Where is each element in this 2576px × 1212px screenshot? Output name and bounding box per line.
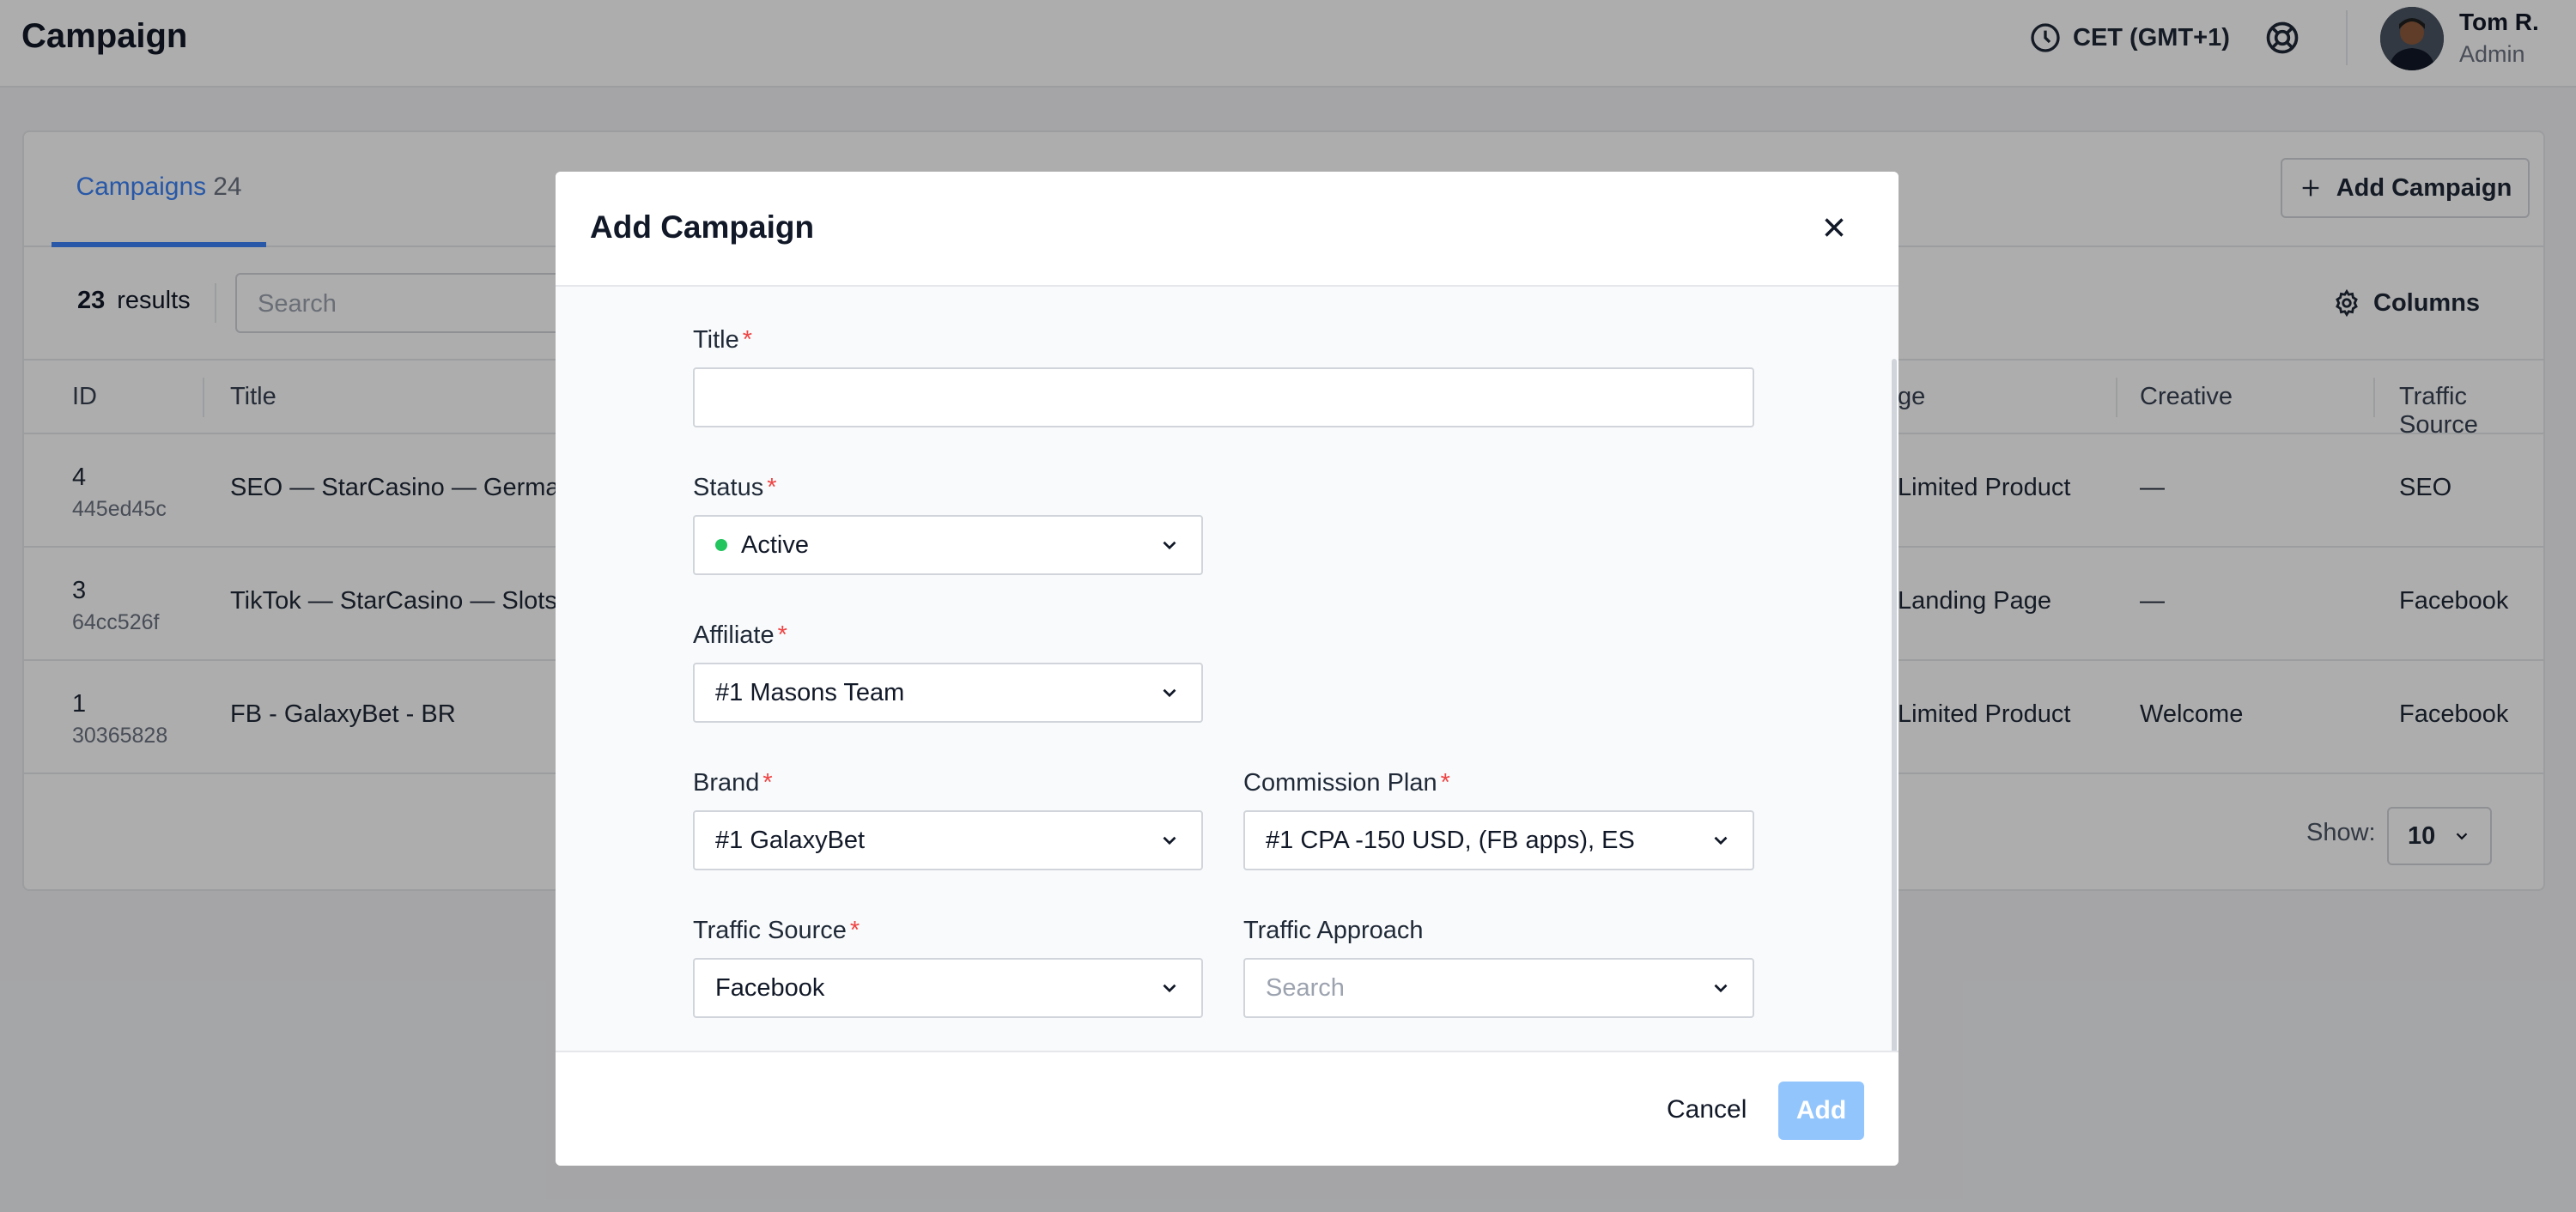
cancel-button[interactable]: Cancel (1667, 1095, 1747, 1124)
status-dot-icon (715, 539, 727, 551)
required-marker: * (777, 621, 787, 649)
traffic-approach-placeholder: Search (1266, 973, 1345, 1002)
brand-select[interactable]: #1 GalaxyBet (693, 810, 1203, 870)
brand-label-text: Brand (693, 769, 760, 797)
traffic-approach-label: Traffic Approach (1243, 917, 1424, 944)
required-marker: * (767, 474, 777, 501)
title-label-text: Title (693, 326, 739, 354)
add-campaign-modal: Add Campaign Title * Status * Active Affil… (556, 172, 1899, 1166)
traffic-source-label-text: Traffic Source (693, 917, 847, 944)
affiliate-label-text: Affiliate (693, 621, 775, 649)
modal-header: Add Campaign (556, 172, 1899, 287)
commission-plan-select[interactable]: #1 CPA -150 USD, (FB apps), ES (1243, 810, 1754, 870)
traffic-approach-select[interactable]: Search (1243, 958, 1754, 1018)
affiliate-value: #1 Masons Team (715, 678, 905, 706)
chevron-down-icon (1163, 836, 1176, 845)
modal-scrollbar[interactable] (1892, 359, 1897, 1080)
chevron-down-icon (1163, 541, 1176, 550)
affiliate-label: Affiliate * (693, 621, 787, 650)
title-input[interactable] (693, 367, 1754, 427)
add-button[interactable]: Add (1778, 1082, 1864, 1140)
required-marker: * (762, 769, 773, 797)
traffic-source-select[interactable]: Facebook (693, 958, 1203, 1018)
close-icon[interactable] (1818, 211, 1850, 244)
chevron-down-icon (1163, 984, 1176, 993)
chevron-down-icon (1714, 836, 1728, 845)
chevron-down-icon (1714, 984, 1728, 993)
status-label-text: Status (693, 474, 764, 501)
brand-value: #1 GalaxyBet (715, 826, 866, 854)
chevron-down-icon (1163, 688, 1176, 698)
brand-label: Brand * (693, 769, 773, 797)
modal-body: Title * Status * Active Affiliate * #1 Maso… (556, 287, 1899, 1051)
required-marker: * (742, 326, 753, 354)
commission-plan-label: Commission Plan * (1243, 769, 1450, 797)
status-select[interactable]: Active (693, 515, 1203, 575)
required-marker: * (849, 917, 860, 944)
commission-plan-value: #1 CPA -150 USD, (FB apps), ES (1266, 826, 1635, 854)
modal-title: Add Campaign (590, 209, 815, 245)
title-label: Title * (693, 326, 752, 355)
status-value: Active (741, 530, 809, 559)
traffic-source-label: Traffic Source * (693, 917, 860, 945)
required-marker: * (1440, 769, 1450, 797)
commission-plan-label-text: Commission Plan (1243, 769, 1437, 797)
affiliate-select[interactable]: #1 Masons Team (693, 663, 1203, 723)
modal-footer: Cancel Add (556, 1051, 1899, 1166)
traffic-source-value: Facebook (715, 973, 825, 1002)
status-label: Status * (693, 474, 777, 502)
